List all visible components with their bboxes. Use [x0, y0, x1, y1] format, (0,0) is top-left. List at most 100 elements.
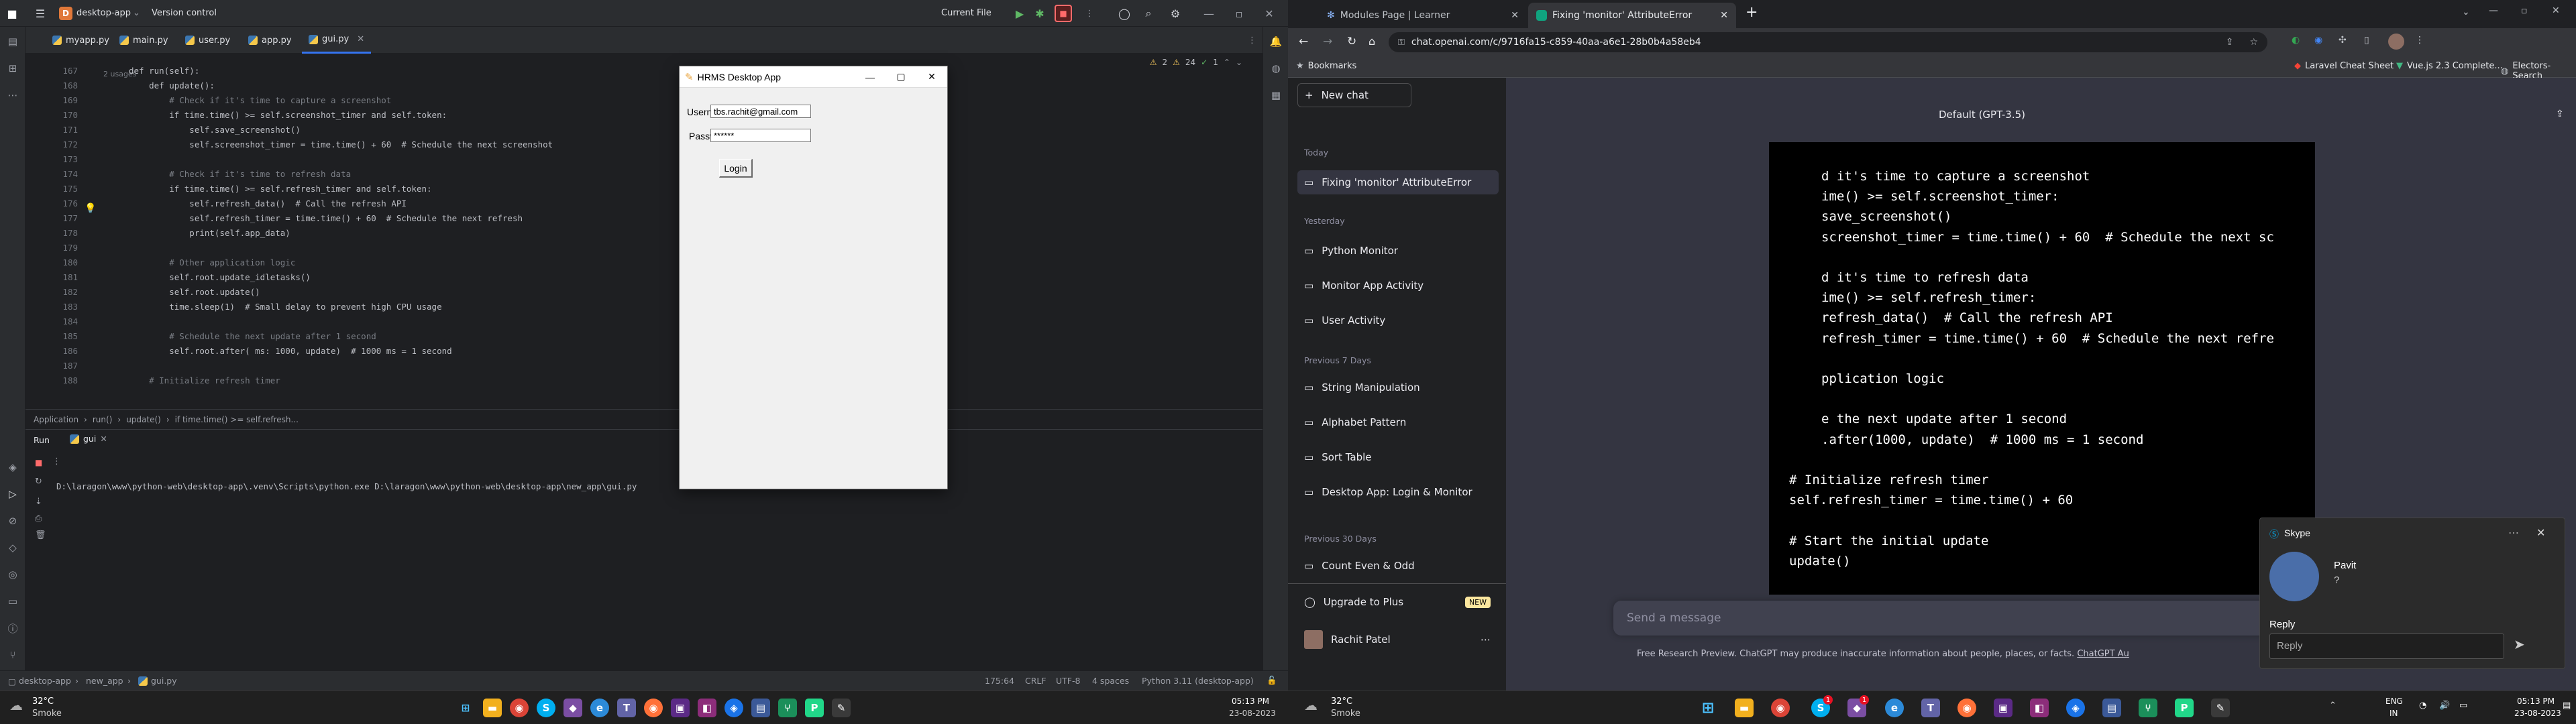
stop-icon[interactable]: ■	[1055, 5, 1072, 22]
problems-tool-icon[interactable]: ⓘ	[5, 620, 21, 636]
notification-center-icon[interactable]: ▤	[2563, 701, 2571, 711]
app-icon[interactable]: ▤	[751, 699, 770, 717]
tab-user[interactable]: user.py	[178, 27, 237, 54]
close-icon[interactable]: ✕	[1720, 10, 1728, 21]
clock-time[interactable]: 05:13 PM	[1232, 697, 1269, 706]
edge-icon[interactable]: e	[1885, 699, 1904, 717]
chrome-icon[interactable]: ◉	[510, 699, 529, 717]
history-item-active[interactable]: ▭ Fixing 'monitor' AttributeError	[1297, 170, 1499, 194]
git-tool-icon[interactable]: ⑂	[5, 647, 21, 663]
main-menu-icon[interactable]: ☰	[32, 5, 48, 21]
bookmark-item[interactable]: ★ Bookmarks	[1296, 61, 1356, 71]
windows-start-icon[interactable]: ⊞	[456, 699, 475, 717]
file-encoding[interactable]: UTF-8	[1056, 676, 1080, 686]
layers-tool-icon[interactable]: ◇	[5, 540, 21, 556]
extension-icon[interactable]: ◐	[2292, 35, 2300, 46]
history-item[interactable]: ▭ Alphabet Pattern	[1297, 410, 1499, 434]
maximize-icon[interactable]: ▫	[2521, 5, 2528, 16]
windows-start-icon[interactable]: ⊞	[1699, 699, 1717, 717]
trash-icon[interactable]: 🗑	[35, 530, 46, 540]
app-icon[interactable]: ◧	[2030, 699, 2049, 717]
history-item[interactable]: ▭ String Manipulation	[1297, 375, 1499, 400]
lock-icon[interactable]: 🔓	[1267, 675, 1277, 686]
weather-icon[interactable]: ☁	[1304, 697, 1318, 713]
code-editor[interactable]: ⚠ 2 ⚠ 24 ✓ 1 ⌃ ⌄ 2 usages 167 def run(self):…	[25, 54, 1263, 409]
breadcrumb-item[interactable]: update()	[126, 415, 161, 424]
more-tabs-icon[interactable]: ⋮	[1241, 27, 1263, 54]
extension-icon[interactable]: ◉	[2314, 35, 2322, 46]
password-field[interactable]: ******	[710, 129, 811, 142]
pycharm-icon[interactable]: P	[2175, 699, 2194, 717]
app-icon[interactable]: ▤	[2102, 699, 2121, 717]
tk-app-icon[interactable]: ✎	[2211, 699, 2230, 717]
python-packages-icon[interactable]: ◈	[5, 459, 21, 475]
model-label[interactable]: Default (GPT-3.5)	[1939, 109, 2025, 121]
language-region[interactable]: IN	[2390, 709, 2398, 718]
close-icon[interactable]: ✕	[100, 434, 107, 444]
footer-link[interactable]: ChatGPT Au	[2077, 649, 2129, 659]
new-chat-button[interactable]: + New chat	[1297, 83, 1411, 107]
minimize-icon[interactable]: —	[1201, 5, 1217, 21]
close-icon[interactable]: ✕	[1261, 5, 1277, 21]
forward-icon[interactable]: →	[1323, 35, 1332, 48]
print-icon[interactable]: ⎙	[35, 514, 42, 524]
clock-date[interactable]: 23-08-2023	[2514, 709, 2561, 718]
notifications-icon[interactable]: 🔔	[1268, 34, 1284, 50]
terminal-tool-icon[interactable]: ▭	[5, 593, 21, 609]
pycharm-icon[interactable]: P	[805, 699, 824, 717]
minimize-icon[interactable]: —	[855, 72, 885, 82]
history-item[interactable]: ▭ Monitor App Activity	[1297, 274, 1499, 298]
url-input[interactable]: ⚿ chat.openai.com/c/9716fa15-c859-40aa-a…	[1389, 32, 2267, 52]
volume-icon[interactable]: 🔊	[2439, 701, 2450, 711]
back-icon[interactable]: ←	[1299, 35, 1308, 48]
maps-icon[interactable]: ◈	[724, 699, 743, 717]
more-actions-icon[interactable]: ⋮	[52, 457, 61, 467]
close-icon[interactable]: ✕	[2552, 5, 2560, 16]
rerun-icon[interactable]: ↻	[35, 477, 42, 487]
wifi-icon[interactable]: ◔	[2419, 701, 2426, 711]
app-icon[interactable]: ◧	[698, 699, 716, 717]
close-icon[interactable]: ✕	[1511, 10, 1519, 21]
chrome-icon[interactable]: ◉	[1771, 699, 1790, 717]
close-icon[interactable]: ✕	[2536, 526, 2545, 540]
more-actions-icon[interactable]: ⋮	[1081, 5, 1097, 21]
clock-time[interactable]: 05:13 PM	[2517, 697, 2555, 706]
tab-gui[interactable]: gui.py ✕	[302, 27, 372, 54]
line-separator[interactable]: CRLF	[1025, 676, 1046, 686]
vcs-widget[interactable]: Version control	[152, 8, 217, 18]
share-chat-icon[interactable]: ⇪	[2556, 109, 2564, 119]
browser-tab[interactable]: ✻ Modules Page | Learner ✕	[1319, 3, 1527, 28]
username-field[interactable]: tbs.rachit@gmail.com	[710, 105, 811, 118]
maximize-icon[interactable]: ▢	[885, 71, 916, 82]
run-tool-icon[interactable]: ▷	[5, 486, 21, 502]
teams-icon[interactable]: T	[617, 699, 636, 717]
star-icon[interactable]: ☆	[2249, 37, 2258, 48]
caret-position[interactable]: 175:64	[985, 676, 1014, 686]
side-panel-icon[interactable]: ▯	[2364, 35, 2369, 46]
scroll-to-end-icon[interactable]: ⇣	[35, 497, 42, 507]
structure-tool-icon[interactable]: ⊞	[5, 60, 21, 76]
edge-icon[interactable]: e	[590, 699, 609, 717]
search-icon[interactable]: ⌕	[1140, 5, 1157, 21]
teams-icon[interactable]: T	[1921, 699, 1940, 717]
run-config-selector[interactable]: Current File	[941, 8, 991, 18]
send-icon[interactable]: ➤	[2514, 636, 2525, 653]
bookmark-item[interactable]: ▼ Vue.js 2.3 Complete...	[2396, 61, 2503, 71]
hrms-titlebar[interactable]: ✎ HRMS Desktop App — ▢ ✕	[680, 66, 947, 88]
firefox-icon[interactable]: ◉	[1957, 699, 1976, 717]
history-item[interactable]: ▭ Python Monitor	[1297, 239, 1499, 263]
app-icon[interactable]: ▣	[671, 699, 690, 717]
tab-myapp[interactable]: myapp.py	[46, 27, 116, 54]
indent-setting[interactable]: 4 spaces	[1092, 676, 1129, 686]
reload-icon[interactable]: ↻	[1347, 35, 1356, 48]
status-path-item[interactable]: desktop-app	[19, 676, 71, 686]
chevron-up-icon[interactable]: ⌃	[2329, 701, 2337, 711]
tab-app[interactable]: app.py	[241, 27, 299, 54]
close-icon[interactable]: ✕	[357, 34, 364, 44]
file-explorer-icon[interactable]: ▬	[1735, 699, 1754, 717]
file-explorer-icon[interactable]: ▬	[483, 699, 502, 717]
app-icon[interactable]: ▣	[1994, 699, 2012, 717]
clock-date[interactable]: 23-08-2023	[1229, 709, 1276, 718]
user-menu[interactable]: Rachit Patel ⋯	[1297, 627, 1499, 652]
status-path-item[interactable]: new_app	[86, 676, 123, 686]
